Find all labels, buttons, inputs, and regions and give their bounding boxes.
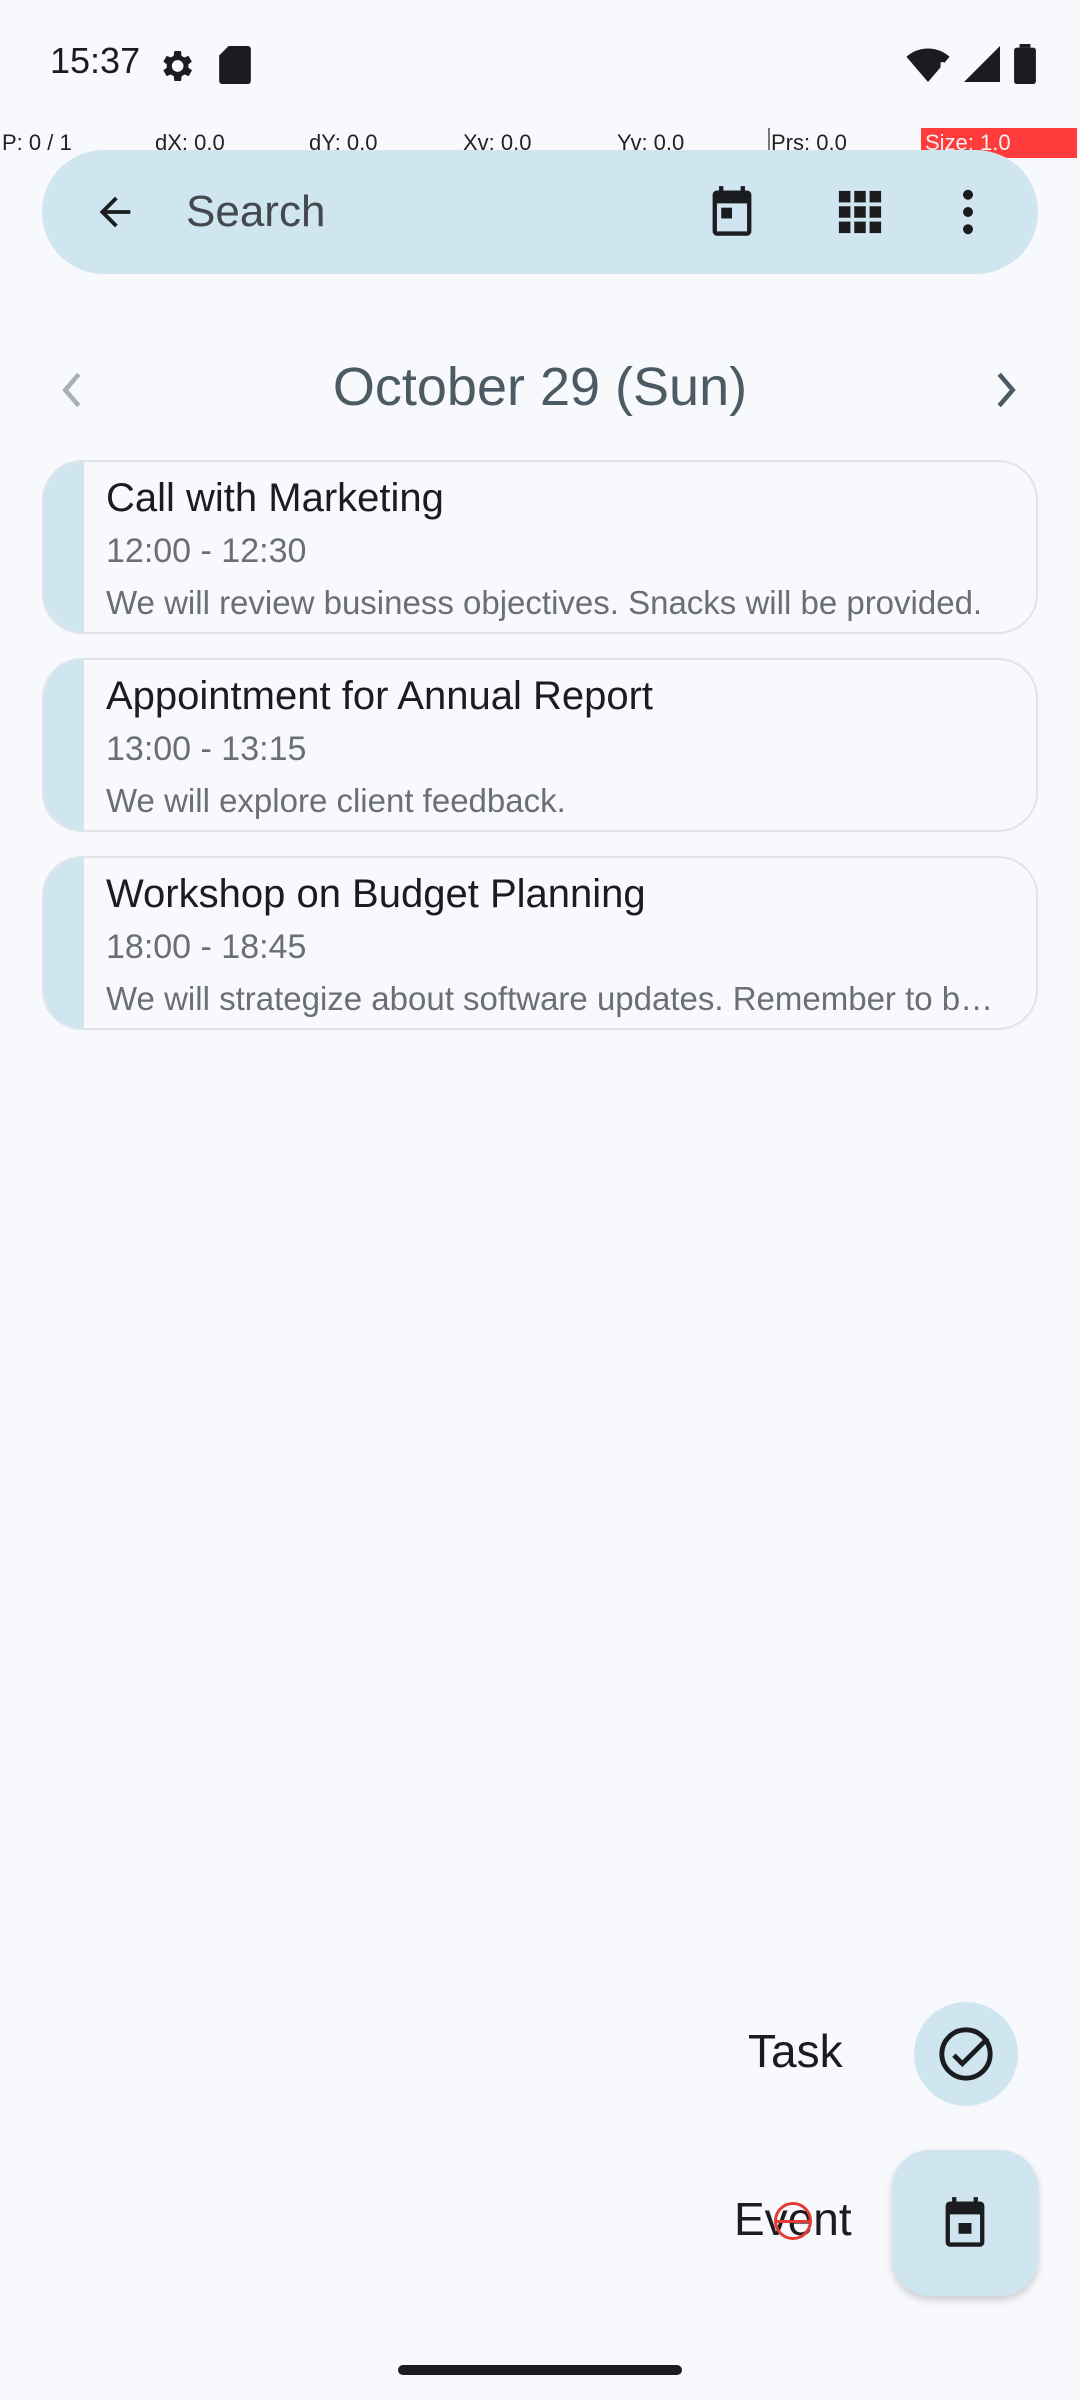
new-event-button[interactable] [892,2150,1038,2296]
next-day-button[interactable] [978,362,1034,418]
battery-icon [1014,44,1036,89]
sd-card-icon [218,46,252,84]
status-icons [906,44,1036,89]
status-time: 15:37 [50,40,141,81]
change-view-button[interactable] [818,172,902,252]
home-indicator[interactable] [398,2365,682,2375]
today-calendar-icon [712,186,752,236]
event-card[interactable]: Appointment for Annual Report 13:00 - 13… [42,658,1038,832]
wifi-icon [906,46,950,87]
go-to-today-button[interactable] [690,172,774,252]
event-time: 18:00 - 18:45 [106,928,307,966]
back-arrow-icon [99,196,131,228]
grid-view-icon [838,190,882,234]
event-card[interactable]: Call with Marketing 12:00 - 12:30 We wil… [42,460,1038,634]
date-title[interactable]: October 29 (Sun) [200,356,880,418]
previous-day-button[interactable] [44,362,100,418]
new-task-label[interactable]: Task [748,2024,843,2078]
event-color-strip [44,858,84,1028]
event-time: 12:00 - 12:30 [106,532,307,570]
new-task-button[interactable] [914,2002,1018,2106]
event-color-strip [44,462,84,632]
more-vert-icon [963,189,973,235]
event-title: Appointment for Annual Report [106,674,654,718]
event-title: Workshop on Budget Planning [106,872,646,916]
event-description: We will explore client feedback. [106,782,566,819]
back-button[interactable] [70,172,160,252]
event-color-strip [44,660,84,830]
event-time: 13:00 - 13:15 [106,730,307,768]
event-description: We will review business objectives. Snac… [106,584,983,621]
task-check-icon [939,2027,993,2081]
event-description: We will strategize about software update… [106,980,996,1017]
event-title: Call with Marketing [106,476,444,520]
touch-indicator-line [776,2220,810,2223]
chevron-right-icon [997,372,1016,408]
event-calendar-icon [945,2197,985,2247]
signal-icon [964,46,1000,87]
settings-icon [156,46,196,86]
event-card[interactable]: Workshop on Budget Planning 18:00 - 18:4… [42,856,1038,1030]
search-input[interactable] [186,172,666,252]
chevron-left-icon [62,372,81,408]
more-options-button[interactable] [930,172,1006,252]
debug-pointer: P: 0 / 1 [2,130,72,155]
